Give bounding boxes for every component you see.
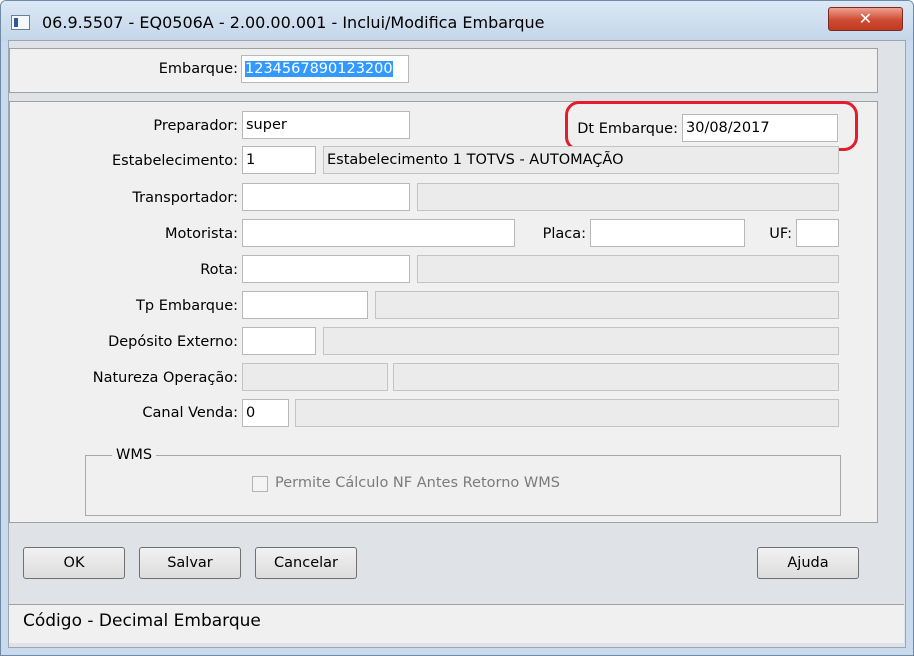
uf-label: UF: [769, 226, 792, 242]
rota-field[interactable] [242, 255, 410, 283]
transportador-label: Transportador: [132, 190, 238, 206]
embarque-label: Embarque: [158, 61, 238, 77]
natureza-operacao-description [393, 363, 839, 391]
canal-venda-field[interactable]: 0 [242, 399, 289, 427]
title-bar[interactable]: 06.9.5507 - EQ0506A - 2.00.00.001 - Incl… [1, 1, 913, 41]
app-icon [11, 15, 30, 30]
embarque-value: 1234567890123200 [245, 61, 393, 77]
tp-embarque-label: Tp Embarque: [136, 298, 238, 314]
deposito-externo-label: Depósito Externo: [108, 334, 238, 350]
estabelecimento-label: Estabelecimento: [111, 153, 238, 169]
permite-calculo-checkbox[interactable] [252, 476, 268, 492]
dt-embarque-highlight [565, 101, 858, 151]
placa-field[interactable] [590, 219, 745, 247]
deposito-externo-field[interactable] [242, 327, 316, 355]
ok-button[interactable]: OK [23, 547, 125, 579]
close-button[interactable]: ✕ [828, 7, 903, 31]
estabelecimento-description: Estabelecimento 1 TOTVS - AUTOMAÇÃO [323, 146, 839, 174]
status-bar: Código - Decimal Embarque [9, 604, 904, 643]
permite-calculo-label: Permite Cálculo NF Antes Retorno WMS [275, 475, 560, 491]
status-text: Código - Decimal Embarque [23, 611, 261, 631]
wms-group-title: WMS [112, 446, 157, 464]
transportador-field[interactable] [242, 183, 410, 211]
tp-embarque-field[interactable] [242, 291, 368, 319]
motorista-field[interactable] [242, 219, 515, 247]
window-title: 06.9.5507 - EQ0506A - 2.00.00.001 - Incl… [42, 13, 545, 32]
natureza-operacao-label: Natureza Operação: [92, 370, 238, 386]
canal-venda-description [295, 399, 839, 427]
canal-venda-label: Canal Venda: [142, 405, 238, 421]
natureza-operacao-field [242, 363, 388, 391]
estabelecimento-field[interactable]: 1 [242, 146, 316, 174]
motorista-label: Motorista: [165, 226, 238, 242]
rota-label: Rota: [200, 262, 238, 278]
cancelar-button[interactable]: Cancelar [255, 547, 357, 579]
tp-embarque-description [375, 291, 839, 319]
preparador-field[interactable]: super [242, 111, 410, 139]
preparador-label: Preparador: [153, 118, 238, 134]
ajuda-button[interactable]: Ajuda [757, 547, 859, 579]
uf-field[interactable] [796, 219, 839, 247]
rota-description [417, 255, 839, 283]
transportador-description [417, 183, 839, 211]
salvar-button[interactable]: Salvar [139, 547, 241, 579]
embarque-field[interactable]: 1234567890123200 [241, 55, 409, 83]
placa-label: Placa: [542, 226, 586, 242]
deposito-externo-description [323, 327, 839, 355]
